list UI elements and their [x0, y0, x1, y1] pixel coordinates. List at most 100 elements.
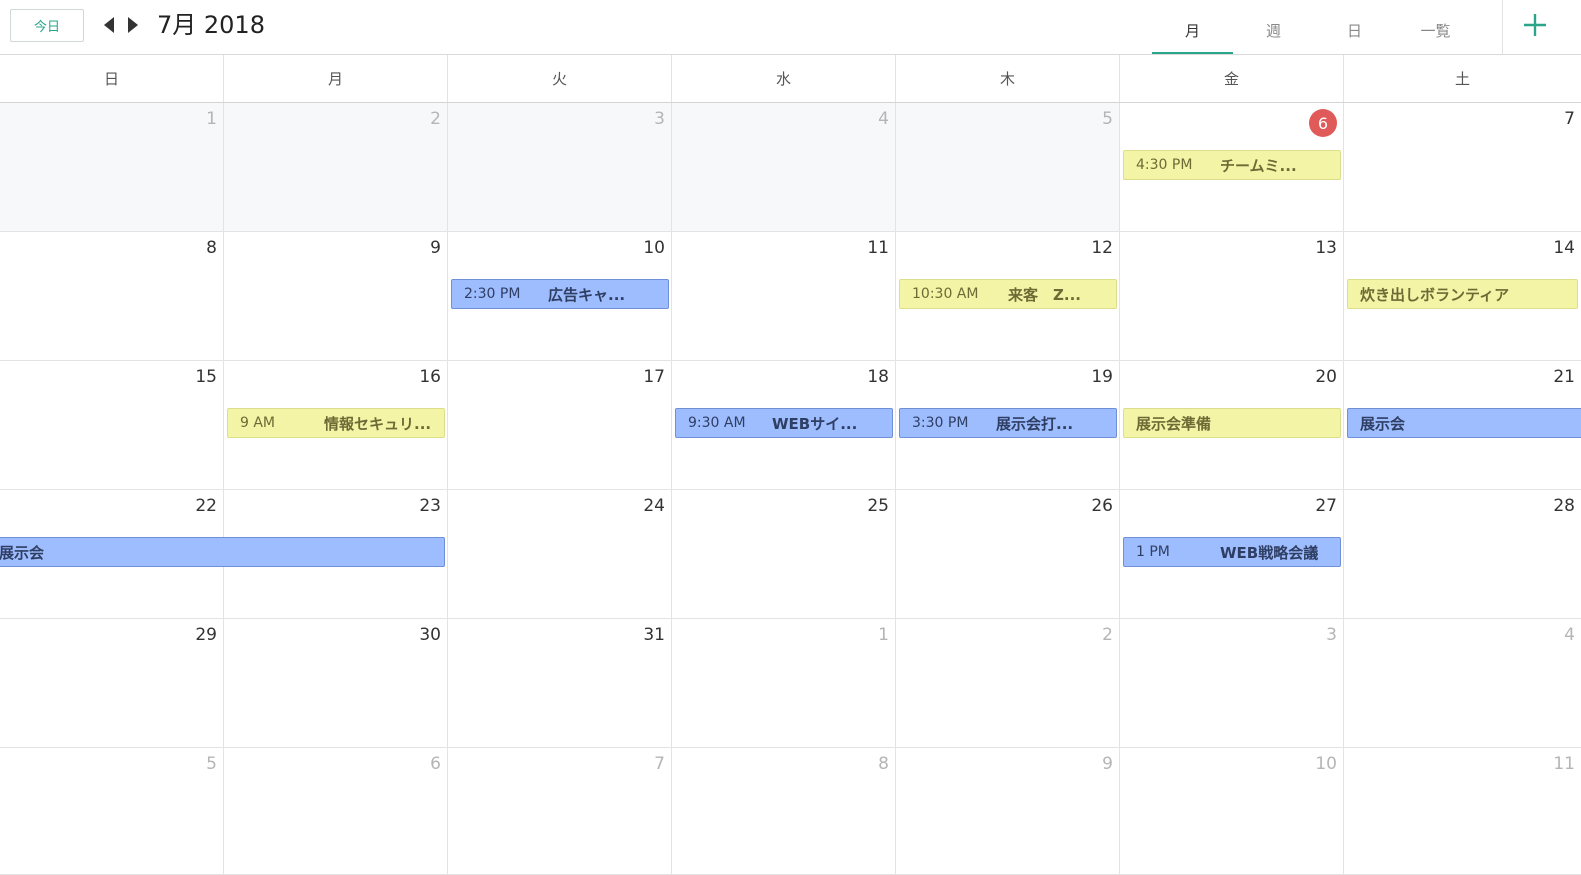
day-cell[interactable]: 28: [1344, 490, 1581, 619]
calendar-event[interactable]: 9:30 AM WEBサイ...: [675, 408, 893, 438]
day-cell[interactable]: 5: [896, 103, 1120, 232]
day-number: 16: [419, 367, 441, 387]
day-cell[interactable]: 2: [896, 619, 1120, 748]
day-cell[interactable]: 24: [448, 490, 672, 619]
day-cell[interactable]: 26: [896, 490, 1120, 619]
calendar-event[interactable]: 展示会: [1347, 408, 1581, 438]
day-number: 10: [1315, 754, 1337, 774]
event-title: WEB戦略会議: [1220, 543, 1319, 562]
day-number: 20: [1315, 367, 1337, 387]
month-title: 7月 2018: [157, 11, 265, 39]
event-time: 9:30 AM: [688, 415, 746, 431]
day-cell[interactable]: 3: [448, 103, 672, 232]
day-number: 29: [195, 625, 217, 645]
calendar-event[interactable]: 4:30 PM チームミ...: [1123, 150, 1341, 180]
day-number: 25: [867, 496, 889, 516]
weekday-label: 水: [672, 55, 896, 102]
day-cell[interactable]: 1: [672, 619, 896, 748]
day-number: 8: [878, 754, 889, 774]
day-number: 2: [1102, 625, 1113, 645]
day-cell[interactable]: 7: [448, 748, 672, 875]
day-cell[interactable]: 7: [1344, 103, 1581, 232]
day-cell[interactable]: 10: [1120, 748, 1344, 875]
day-cell[interactable]: 15: [0, 361, 224, 490]
day-cell[interactable]: 25: [672, 490, 896, 619]
day-cell[interactable]: 8: [0, 232, 224, 361]
day-cell[interactable]: 4: [1344, 619, 1581, 748]
event-title: 展示会: [1360, 414, 1406, 433]
view-tab-0[interactable]: 月: [1152, 0, 1233, 54]
header-divider: [1502, 0, 1503, 54]
calendar-event[interactable]: 展示会準備: [1123, 408, 1341, 438]
previous-month-button[interactable]: [102, 15, 116, 35]
day-cell[interactable]: 17: [448, 361, 672, 490]
weekday-label: 日: [0, 55, 224, 102]
day-cell[interactable]: 13: [1120, 232, 1344, 361]
chevron-right-icon: [128, 17, 138, 33]
event-title: チームミ...: [1220, 156, 1297, 175]
day-number: 2: [430, 109, 441, 129]
event-time: 9 AM: [240, 415, 276, 431]
day-number: 19: [1091, 367, 1113, 387]
calendar-event[interactable]: 9 AM 情報セキュリ...: [227, 408, 445, 438]
weekday-label: 金: [1120, 55, 1344, 102]
day-number: 11: [867, 238, 889, 258]
next-month-button[interactable]: [126, 15, 140, 35]
event-title: 情報セキュリ...: [324, 414, 432, 433]
day-cell[interactable]: 30: [224, 619, 448, 748]
event-time: 4:30 PM: [1136, 157, 1193, 173]
event-time: 3:30 PM: [912, 415, 969, 431]
day-number: 4: [878, 109, 889, 129]
view-tab-2[interactable]: 日: [1314, 0, 1395, 54]
event-title: 広告キャ...: [548, 285, 626, 304]
weekday-label: 土: [1454, 70, 1470, 88]
day-number: 1: [878, 625, 889, 645]
day-number: 9: [430, 238, 441, 258]
day-number: 22: [195, 496, 217, 516]
event-title: 展示会: [0, 543, 45, 562]
view-tab-3[interactable]: 一覧: [1395, 0, 1476, 54]
day-cell[interactable]: 11: [672, 232, 896, 361]
day-number: 8: [206, 238, 217, 258]
day-cell[interactable]: 29: [0, 619, 224, 748]
day-number: 17: [643, 367, 665, 387]
chevron-left-icon: [104, 17, 114, 33]
today-button[interactable]: 今日: [10, 9, 84, 42]
day-cell[interactable]: 11: [1344, 748, 1581, 875]
event-time: 2:30 PM: [464, 286, 521, 302]
day-cell[interactable]: 2: [224, 103, 448, 232]
day-number: 11: [1553, 754, 1575, 774]
view-switcher: 月週日一覧: [1152, 0, 1476, 54]
day-cell[interactable]: 4: [672, 103, 896, 232]
day-cell[interactable]: 9: [224, 232, 448, 361]
day-cell[interactable]: 1: [0, 103, 224, 232]
calendar-event[interactable]: 3:30 PM 展示会打...: [899, 408, 1117, 438]
calendar-event[interactable]: 2:30 PM 広告キャ...: [451, 279, 669, 309]
view-tab-1[interactable]: 週: [1233, 0, 1314, 54]
day-number: 3: [654, 109, 665, 129]
calendar-event[interactable]: 1 PM WEB戦略会議: [1123, 537, 1341, 567]
day-cell[interactable]: 9: [896, 748, 1120, 875]
day-cell[interactable]: 6: [224, 748, 448, 875]
weekday-header: 日月火水木金 土: [0, 55, 1581, 103]
calendar-event[interactable]: 10:30 AM 来客 Z...: [899, 279, 1117, 309]
today-date-badge: 6: [1309, 109, 1337, 137]
day-cell[interactable]: 8: [672, 748, 896, 875]
day-cell[interactable]: 3: [1120, 619, 1344, 748]
plus-icon: [1524, 14, 1546, 36]
calendar-event[interactable]: 展示会: [0, 537, 445, 567]
calendar-event[interactable]: 炊き出しボランティア: [1347, 279, 1578, 309]
day-number: 13: [1315, 238, 1337, 258]
day-number: 1: [206, 109, 217, 129]
day-number: 3: [1326, 625, 1337, 645]
day-number: 9: [1102, 754, 1113, 774]
day-number: 7: [654, 754, 665, 774]
event-title: 展示会準備: [1136, 414, 1212, 433]
day-cell[interactable]: 5: [0, 748, 224, 875]
add-event-button[interactable]: [1518, 8, 1552, 42]
day-number: 5: [206, 754, 217, 774]
day-cell[interactable]: 31: [448, 619, 672, 748]
day-number: 4: [1564, 625, 1575, 645]
day-number: 23: [419, 496, 441, 516]
day-number: 24: [643, 496, 665, 516]
